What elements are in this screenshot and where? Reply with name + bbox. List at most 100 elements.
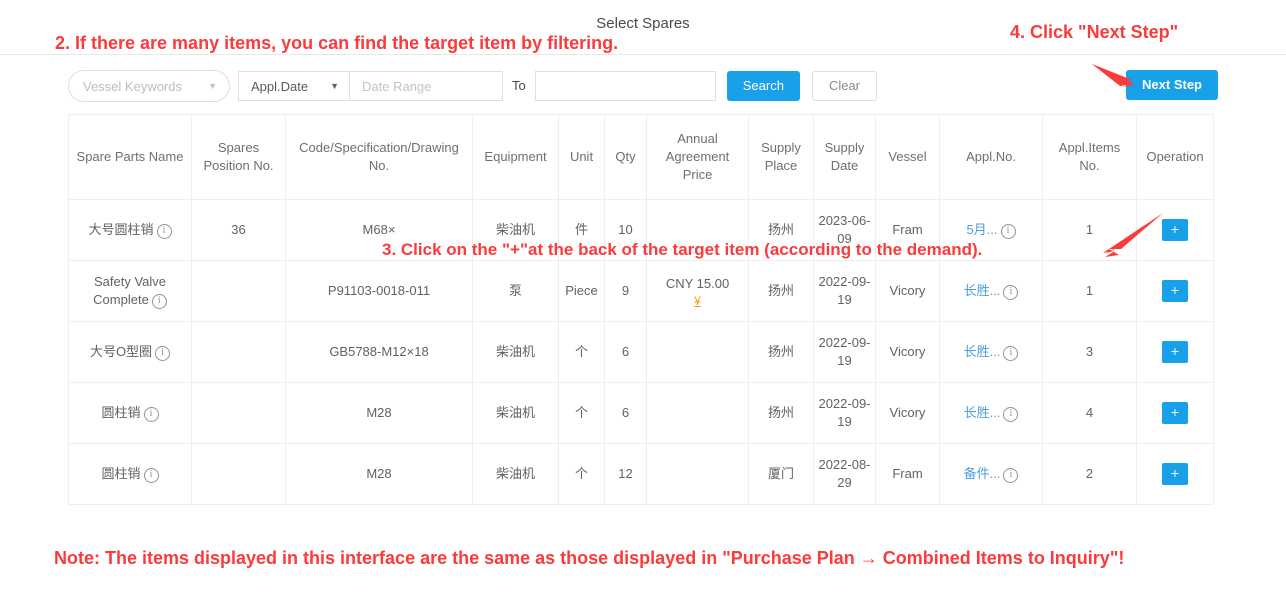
spares-table: Spare Parts Name Spares Position No. Cod… <box>68 114 1214 505</box>
date-range-end-input[interactable] <box>534 71 716 101</box>
search-button[interactable]: Search <box>726 71 800 101</box>
info-icon[interactable]: i <box>155 346 171 361</box>
cell-vessel-text: Fram <box>892 222 923 237</box>
cell-equipment-text: 泵 <box>508 283 522 298</box>
cell-unit: 个 <box>558 321 605 383</box>
cell-code-spec-drawing-no-text: P91103-0018-011 <box>327 283 431 298</box>
add-item-button[interactable]: + <box>1162 463 1188 485</box>
info-icon[interactable]: i <box>1003 468 1019 483</box>
column-header-supply-date[interactable]: Supply Date <box>813 114 876 200</box>
cell-unit: Piece <box>558 260 605 322</box>
info-icon[interactable]: i <box>1003 285 1019 300</box>
cell-equipment: 泵 <box>472 260 559 322</box>
column-header-operation[interactable]: Operation <box>1136 114 1214 200</box>
cell-appl-no-text: 长胜... <box>963 405 1001 420</box>
column-header-spare-parts-name[interactable]: Spare Parts Name <box>68 114 192 200</box>
cell-supply-date: 2022-09-19 <box>813 260 876 322</box>
cell-supply-place: 厦门 <box>748 443 814 505</box>
add-item-button[interactable]: + <box>1162 219 1188 241</box>
cell-supply-date: 2022-09-19 <box>813 321 876 383</box>
column-header-equipment[interactable]: Equipment <box>472 114 559 200</box>
date-type-select[interactable]: Appl.Date ▼ <box>238 71 350 101</box>
column-header-vessel[interactable]: Vessel <box>875 114 940 200</box>
cell-equipment-text: 柴油机 <box>495 466 535 481</box>
cell-appl-no[interactable]: 备件... i <box>939 443 1043 505</box>
cell-qty: 9 <box>604 260 647 322</box>
cell-spare-parts-name: 大号圆柱销 i <box>68 199 192 261</box>
column-header-supply-place[interactable]: Supply Place <box>748 114 814 200</box>
cell-supply-place-text: 厦门 <box>767 466 794 481</box>
column-header-unit[interactable]: Unit <box>558 114 605 200</box>
add-item-button[interactable]: + <box>1162 280 1188 302</box>
cell-equipment-text: 柴油机 <box>495 405 535 420</box>
cell-code-spec-drawing-no-text: M28 <box>366 405 392 420</box>
cell-spares-position-no-text: 36 <box>231 222 246 237</box>
info-icon[interactable]: i <box>156 224 172 239</box>
cell-supply-place: 扬州 <box>748 321 814 383</box>
cell-spares-position-no <box>191 321 286 383</box>
cell-unit-text: 件 <box>574 222 588 237</box>
cell-qty-text: 9 <box>621 283 630 298</box>
column-header-code-spec-drawing-no[interactable]: Code/Specification/Drawing No. <box>285 114 473 200</box>
info-icon[interactable]: i <box>1000 224 1016 239</box>
cell-unit-text: Piece <box>565 283 598 298</box>
info-icon[interactable]: i <box>143 407 159 422</box>
column-header-qty[interactable]: Qty <box>604 114 647 200</box>
add-item-button[interactable]: + <box>1162 341 1188 363</box>
column-header-annual-agreement-price[interactable]: Annual Agreement Price <box>646 114 749 200</box>
cell-appl-no[interactable]: 长胜... i <box>939 321 1043 383</box>
date-range-start-input[interactable]: Date Range <box>350 71 503 101</box>
annotation-step-4: 4. Click "Next Step" <box>1010 22 1179 42</box>
table-row: 大号O型圈 i GB5788-M12×18 柴油机个 6 扬州 2022-09-19 Vico… <box>68 321 1214 383</box>
cell-appl-no[interactable]: 长胜... i <box>939 260 1043 322</box>
annotation-step-2: 2. If there are many items, you can find… <box>55 33 619 53</box>
cell-vessel-text: Fram <box>892 466 923 481</box>
info-icon[interactable]: i <box>1003 407 1019 422</box>
cell-appl-no-text: 备件... <box>963 466 1001 481</box>
cell-operation: + <box>1136 382 1214 444</box>
info-icon[interactable]: i <box>1003 346 1019 361</box>
cell-appl-no-text: 5月... <box>966 222 998 237</box>
cell-equipment: 柴油机 <box>472 321 559 383</box>
cell-spares-position-no <box>191 443 286 505</box>
cell-code-spec-drawing-no: M28 <box>285 382 473 444</box>
cell-vessel-text: Vicory <box>889 344 926 359</box>
cell-appl-no-text: 长胜... <box>963 344 1001 359</box>
cell-operation: + <box>1136 443 1214 505</box>
cell-appl-no-text: 长胜... <box>963 283 1001 298</box>
cell-spares-position-no <box>191 260 286 322</box>
cell-qty-text: 6 <box>621 405 630 420</box>
cell-supply-date: 2022-08-29 <box>813 443 876 505</box>
info-icon[interactable]: i <box>143 468 159 483</box>
cell-spare-parts-name: Safety Valve Complete i <box>68 260 192 322</box>
cell-supply-date-text: 2022-09-19 <box>818 396 871 429</box>
cell-code-spec-drawing-no-text: GB5788-M12×18 <box>329 344 429 359</box>
cell-supply-date-text: 2022-09-19 <box>818 274 871 307</box>
cell-code-spec-drawing-no-text: M28 <box>366 466 392 481</box>
filter-controls: Vessel Keywords ▼ Appl.Date ▼ Date Range… <box>68 70 878 102</box>
cell-spare-parts-name: 大号O型圈 i <box>68 321 192 383</box>
cell-appl-items-no: 3 <box>1042 321 1137 383</box>
clear-button[interactable]: Clear <box>811 71 878 101</box>
cell-equipment: 柴油机 <box>472 443 559 505</box>
cell-appl-items-no-text: 1 <box>1085 283 1094 298</box>
table-row: Safety Valve Complete i P91103-0018-011 泵 Pi… <box>68 260 1214 322</box>
cell-operation: + <box>1136 260 1214 322</box>
info-icon[interactable]: i <box>151 294 167 309</box>
cell-unit-text: 个 <box>574 405 588 420</box>
cell-supply-place: 扬州 <box>748 382 814 444</box>
cell-supply-place-text: 扬州 <box>767 222 794 237</box>
cell-equipment: 柴油机 <box>472 382 559 444</box>
date-range-start-value: Date Range <box>362 78 432 94</box>
cell-code-spec-drawing-no: M28 <box>285 443 473 505</box>
price-detail-yen-icon[interactable]: ¥ <box>691 295 705 307</box>
cell-spare-parts-name-text: 大号圆柱销 <box>88 222 154 237</box>
column-header-spares-position-no[interactable]: Spares Position No. <box>191 114 286 200</box>
column-header-appl-items-no[interactable]: Appl.Items No. <box>1042 114 1137 200</box>
table-header: Spare Parts Name Spares Position No. Cod… <box>68 114 1214 200</box>
annotation-step-3: 3. Click on the "+"at the back of the ta… <box>382 240 983 259</box>
cell-appl-no[interactable]: 长胜... i <box>939 382 1043 444</box>
add-item-button[interactable]: + <box>1162 402 1188 424</box>
vessel-keywords-select[interactable]: Vessel Keywords ▼ <box>68 70 230 102</box>
column-header-appl-no[interactable]: Appl.No. <box>939 114 1043 200</box>
